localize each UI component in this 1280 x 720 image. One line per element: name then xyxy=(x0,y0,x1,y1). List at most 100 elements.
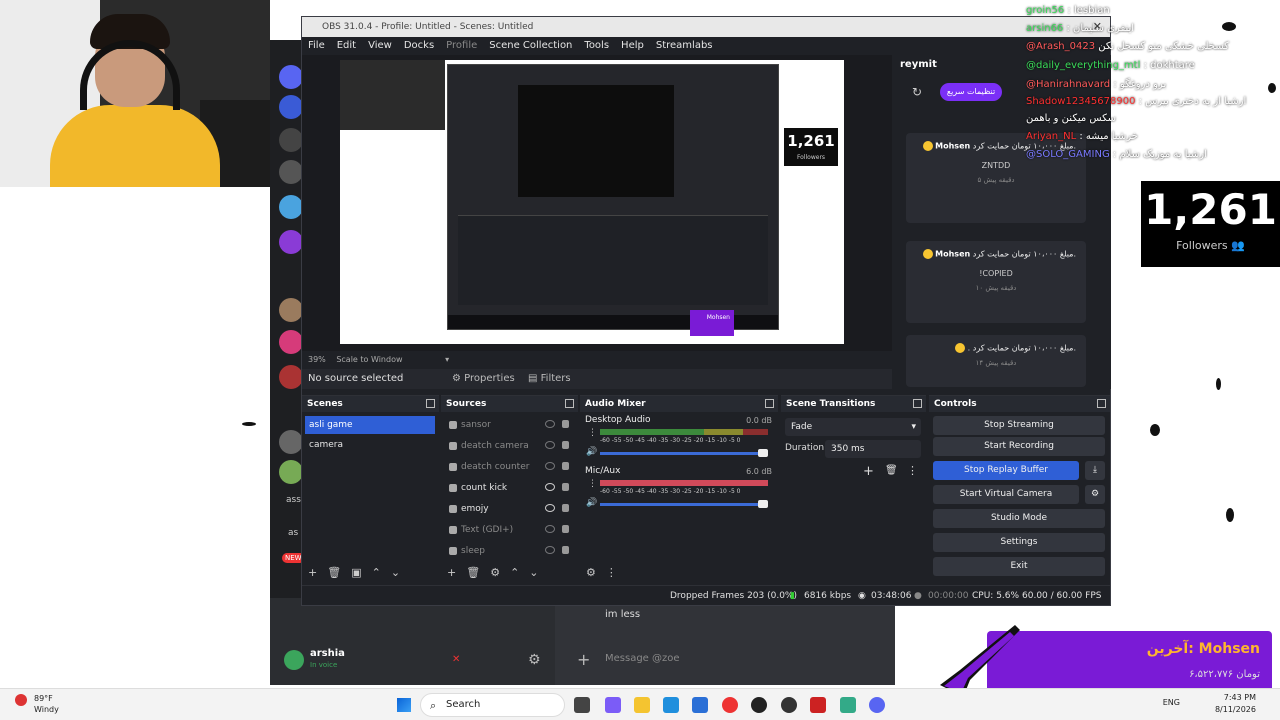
mute-icon[interactable]: ✕ xyxy=(452,654,464,666)
taskbar-search[interactable]: Search xyxy=(420,693,565,717)
app-icon[interactable] xyxy=(781,697,797,713)
move-down-icon[interactable]: ⌄ xyxy=(391,563,400,583)
server-icon[interactable] xyxy=(279,430,303,454)
chrome-icon[interactable] xyxy=(722,697,738,713)
properties-button[interactable]: ⚙ Properties xyxy=(452,369,515,389)
discord-home-icon[interactable] xyxy=(279,65,303,89)
server-icon[interactable] xyxy=(279,160,303,184)
volume-slider[interactable] xyxy=(600,500,768,508)
server-icon[interactable] xyxy=(279,460,303,484)
lock-icon[interactable] xyxy=(562,441,569,449)
scene-item[interactable]: camera xyxy=(305,436,435,454)
duration-input[interactable]: 350 ms xyxy=(825,440,921,458)
message-input[interactable]: Message @zoe xyxy=(605,653,680,664)
language-indicator[interactable]: ENG xyxy=(1163,698,1180,707)
server-icon[interactable] xyxy=(279,298,303,322)
gear-icon[interactable]: ⚙ xyxy=(490,563,500,583)
menu-streamlabs[interactable]: Streamlabs xyxy=(656,37,713,55)
move-down-icon[interactable]: ⌄ xyxy=(529,563,538,583)
eye-icon[interactable] xyxy=(545,525,555,533)
eye-icon[interactable] xyxy=(545,462,555,470)
speaker-icon[interactable]: 🔊 xyxy=(586,498,597,508)
server-icon[interactable] xyxy=(279,230,303,254)
scene-item[interactable]: asli game xyxy=(305,416,435,434)
folder-icon[interactable] xyxy=(634,697,650,713)
move-up-icon[interactable]: ⌃ xyxy=(372,563,381,583)
filter-icon[interactable]: ▣ xyxy=(351,563,361,583)
add-transition-icon[interactable]: + xyxy=(863,464,874,479)
refresh-icon[interactable]: ↻ xyxy=(912,85,922,99)
source-item[interactable]: deatch counter xyxy=(447,458,573,476)
clock[interactable]: 7:43 PM 8/11/2026 xyxy=(1215,692,1256,716)
source-item[interactable]: sleep xyxy=(447,542,573,560)
eye-icon[interactable] xyxy=(545,546,555,554)
add-icon[interactable]: + xyxy=(577,650,590,669)
advanced-audio-icon[interactable]: ⚙ xyxy=(586,563,596,583)
more-icon[interactable]: ⋮ xyxy=(606,563,617,583)
store-icon[interactable] xyxy=(692,697,708,713)
studio-mode-button[interactable]: Studio Mode xyxy=(933,509,1105,528)
server-icon[interactable] xyxy=(279,95,303,119)
server-icon[interactable] xyxy=(279,365,303,389)
edge-icon[interactable] xyxy=(663,697,679,713)
move-up-icon[interactable]: ⌃ xyxy=(510,563,519,583)
preview-canvas[interactable]: 1,261 Followers Mohsen xyxy=(340,60,844,344)
more-icon[interactable]: ⋮ xyxy=(907,464,918,477)
eye-icon[interactable] xyxy=(545,504,555,512)
undock-icon[interactable] xyxy=(913,399,922,408)
app-icon[interactable] xyxy=(840,697,856,713)
gear-icon[interactable]: ⚙ xyxy=(1085,485,1105,504)
start-virtual-camera-button[interactable]: Start Virtual Camera xyxy=(933,485,1079,504)
menu-file[interactable]: File xyxy=(308,37,325,55)
remove-scene-icon[interactable]: 🗑 xyxy=(327,563,341,583)
source-item[interactable]: count kick xyxy=(447,479,573,497)
stop-streaming-button[interactable]: Stop Streaming xyxy=(933,416,1105,435)
more-icon[interactable]: ⋮ xyxy=(588,479,597,489)
eye-icon[interactable] xyxy=(545,420,555,428)
source-item[interactable]: emojy xyxy=(447,500,573,518)
lock-icon[interactable] xyxy=(562,525,569,533)
source-item[interactable]: deatch camera xyxy=(447,437,573,455)
menu-edit[interactable]: Edit xyxy=(337,37,356,55)
chevron-down-icon[interactable]: ▾ xyxy=(445,355,449,364)
speaker-icon[interactable]: 🔊 xyxy=(586,447,597,457)
obs-icon[interactable] xyxy=(751,697,767,713)
quick-settings-button[interactable]: تنظیمات سریع xyxy=(940,83,1002,101)
scale-mode[interactable]: Scale to Window xyxy=(336,355,402,364)
save-replay-icon[interactable]: ⤓ xyxy=(1085,461,1105,480)
app-icon[interactable] xyxy=(810,697,826,713)
start-recording-button[interactable]: Start Recording xyxy=(933,437,1105,456)
volume-slider[interactable] xyxy=(600,449,768,457)
exit-button[interactable]: Exit xyxy=(933,557,1105,576)
menu-tools[interactable]: Tools xyxy=(584,37,609,55)
weather-widget[interactable]: 89°F Windy xyxy=(34,693,59,715)
discord-icon[interactable] xyxy=(869,697,885,713)
lock-icon[interactable] xyxy=(562,483,569,491)
eye-icon[interactable] xyxy=(545,483,555,491)
menu-help[interactable]: Help xyxy=(621,37,644,55)
menu-scene-collection[interactable]: Scene Collection xyxy=(489,37,572,55)
lock-icon[interactable] xyxy=(562,546,569,554)
undock-icon[interactable] xyxy=(1097,399,1106,408)
avatar[interactable] xyxy=(284,650,304,670)
preview-area[interactable]: 1,261 Followers Mohsen xyxy=(302,55,892,351)
remove-source-icon[interactable]: 🗑 xyxy=(466,563,480,583)
stop-replay-buffer-button[interactable]: Stop Replay Buffer xyxy=(933,461,1079,480)
filters-button[interactable]: ▤ Filters xyxy=(528,369,571,389)
server-icon[interactable] xyxy=(279,195,303,219)
task-view-icon[interactable] xyxy=(574,697,590,713)
menu-docks[interactable]: Docks xyxy=(404,37,434,55)
eye-icon[interactable] xyxy=(545,441,555,449)
server-icon[interactable] xyxy=(279,330,303,354)
lock-icon[interactable] xyxy=(562,504,569,512)
add-source-icon[interactable]: + xyxy=(447,563,456,583)
undock-icon[interactable] xyxy=(426,399,435,408)
menu-view[interactable]: View xyxy=(368,37,392,55)
app-icon[interactable] xyxy=(605,697,621,713)
remove-transition-icon[interactable]: 🗑 xyxy=(885,465,898,476)
undock-icon[interactable] xyxy=(765,399,774,408)
lock-icon[interactable] xyxy=(562,420,569,428)
settings-button[interactable]: Settings xyxy=(933,533,1105,552)
more-icon[interactable]: ⋮ xyxy=(588,428,597,438)
lock-icon[interactable] xyxy=(562,462,569,470)
